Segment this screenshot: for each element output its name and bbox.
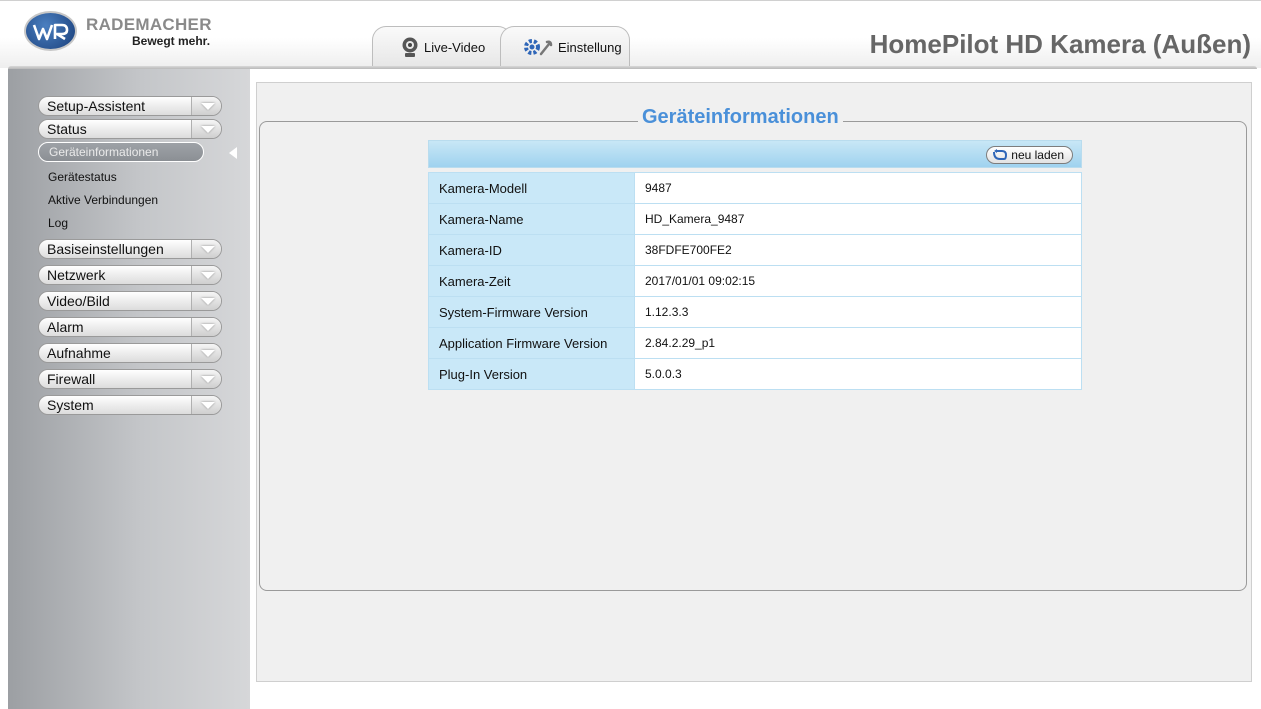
table-row: Kamera-Modell 9487 xyxy=(428,172,1082,204)
status-submenu: Geräteinformationen Gerätestatus Aktive … xyxy=(38,142,237,235)
sidebar-subitem-geraeteinformationen[interactable]: Geräteinformationen xyxy=(38,142,237,162)
chevron-down-icon xyxy=(191,97,221,115)
info-key: Plug-In Version xyxy=(428,358,635,390)
sidebar-subitem-label: Geräteinformationen xyxy=(49,145,159,159)
sidebar-subitem-aktive-verbindungen[interactable]: Aktive Verbindungen xyxy=(38,189,222,212)
sidebar-item-alarm[interactable]: Alarm xyxy=(38,317,222,337)
chevron-down-icon xyxy=(191,292,221,310)
table-row: Kamera-Zeit 2017/01/01 09:02:15 xyxy=(428,265,1082,297)
reload-label: neu laden xyxy=(1011,148,1064,162)
sidebar-item-status[interactable]: Status xyxy=(38,119,222,139)
tab-live-video-label: Live-Video xyxy=(424,40,486,55)
sidebar-subitem-log[interactable]: Log xyxy=(38,212,222,235)
sidebar-item-label: Aufnahme xyxy=(47,345,111,361)
reload-icon xyxy=(991,149,1008,161)
top-tabs: Live-Video Einstellung xyxy=(372,26,632,68)
sidebar-item-label: Setup-Assistent xyxy=(47,98,146,114)
sidebar-menu: Setup-Assistent Status Geräteinformation… xyxy=(38,96,237,421)
chevron-down-icon xyxy=(191,396,221,414)
sidebar-item-label: System xyxy=(47,397,94,413)
sidebar-item-netzwerk[interactable]: Netzwerk xyxy=(38,265,222,285)
tab-einstellung-label: Einstellung xyxy=(558,40,622,55)
info-value: 5.0.0.3 xyxy=(634,358,1082,390)
sidebar-item-firewall[interactable]: Firewall xyxy=(38,369,222,389)
section-title: Geräteinformationen xyxy=(638,106,843,129)
info-key: Kamera-Name xyxy=(428,203,635,235)
chevron-down-icon xyxy=(191,240,221,258)
sidebar-item-label: Video/Bild xyxy=(47,293,110,309)
webcam-icon xyxy=(401,37,419,59)
info-value: 1.12.3.3 xyxy=(634,296,1082,328)
camera-title: HomePilot HD Kamera (Außen) xyxy=(869,29,1251,59)
tab-live-video[interactable]: Live-Video xyxy=(372,26,512,68)
chevron-down-icon xyxy=(191,120,221,138)
info-key: System-Firmware Version xyxy=(428,296,635,328)
reload-button[interactable]: neu laden xyxy=(986,146,1073,164)
table-row: System-Firmware Version 1.12.3.3 xyxy=(428,296,1082,328)
info-key: Application Firmware Version xyxy=(428,327,635,359)
sidebar-item-label: Alarm xyxy=(47,319,84,335)
settings-gear-icon xyxy=(523,38,553,58)
active-pointer-icon xyxy=(229,147,237,159)
info-value: 9487 xyxy=(634,172,1082,204)
info-value: 38FDFE700FE2 xyxy=(634,234,1082,266)
tab-einstellung[interactable]: Einstellung xyxy=(500,26,630,68)
device-info-table: Kamera-Modell 9487 Kamera-Name HD_Kamera… xyxy=(428,172,1082,390)
table-row: Kamera-Name HD_Kamera_9487 xyxy=(428,203,1082,235)
brand-logo: RADEMACHER Bewegt mehr. xyxy=(24,11,224,51)
chevron-down-icon xyxy=(191,266,221,284)
rademacher-logo-icon xyxy=(24,11,77,51)
sidebar-subitem-geraetestatus[interactable]: Gerätestatus xyxy=(38,166,222,189)
table-row: Kamera-ID 38FDFE700FE2 xyxy=(428,234,1082,266)
sidebar-item-label: Status xyxy=(47,121,87,137)
sidebar: Setup-Assistent Status Geräteinformation… xyxy=(8,69,250,709)
sidebar-item-aufnahme[interactable]: Aufnahme xyxy=(38,343,222,363)
brand-name: RADEMACHER xyxy=(86,15,212,34)
table-row: Application Firmware Version 2.84.2.29_p… xyxy=(428,327,1082,359)
info-value: 2.84.2.29_p1 xyxy=(634,327,1082,359)
main-content: Geräteinformationen neu laden Kamera-Mod… xyxy=(256,82,1252,682)
info-key: Kamera-ID xyxy=(428,234,635,266)
brand-slogan: Bewegt mehr. xyxy=(132,34,211,48)
device-info-wrapper: neu laden Kamera-Modell 9487 Kamera-Name… xyxy=(428,140,1082,390)
header: RADEMACHER Bewegt mehr. Live-Video Einst… xyxy=(0,0,1261,68)
info-toolbar: neu laden xyxy=(428,140,1082,168)
chevron-down-icon xyxy=(191,344,221,362)
info-key: Kamera-Zeit xyxy=(428,265,635,297)
info-value: 2017/01/01 09:02:15 xyxy=(634,265,1082,297)
chevron-down-icon xyxy=(191,318,221,336)
info-value: HD_Kamera_9487 xyxy=(634,203,1082,235)
device-info-panel: Geräteinformationen neu laden Kamera-Mod… xyxy=(259,106,1247,591)
sidebar-item-video-bild[interactable]: Video/Bild xyxy=(38,291,222,311)
sidebar-item-system[interactable]: System xyxy=(38,395,222,415)
sidebar-item-label: Netzwerk xyxy=(47,267,106,283)
sidebar-item-setup-assistent[interactable]: Setup-Assistent xyxy=(38,96,222,116)
sidebar-item-label: Firewall xyxy=(47,371,96,387)
main-footer-area xyxy=(256,682,1252,709)
table-row: Plug-In Version 5.0.0.3 xyxy=(428,358,1082,390)
chevron-down-icon xyxy=(191,370,221,388)
info-key: Kamera-Modell xyxy=(428,172,635,204)
sidebar-item-label: Basiseinstellungen xyxy=(47,241,164,257)
sidebar-item-basiseinstellungen[interactable]: Basiseinstellungen xyxy=(38,239,222,259)
